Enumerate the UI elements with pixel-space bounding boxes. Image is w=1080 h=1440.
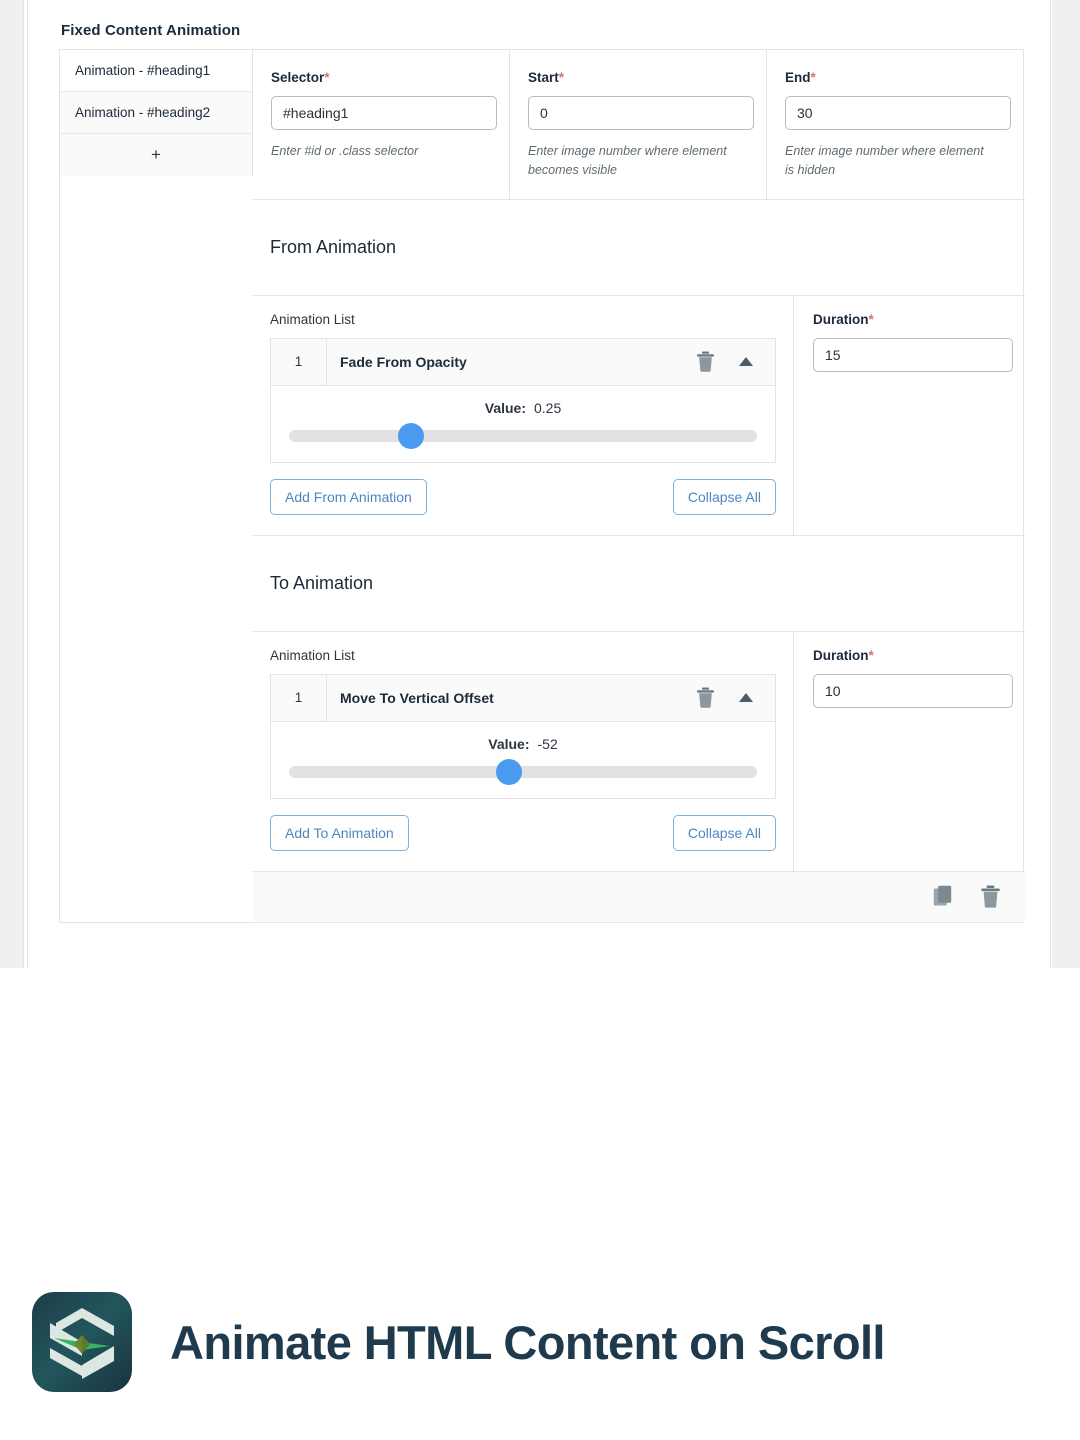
add-to-animation-button[interactable]: Add To Animation <box>270 814 409 851</box>
chevron-up-icon[interactable] <box>739 357 753 367</box>
end-input-value: 30 <box>797 105 813 121</box>
required-asterisk: * <box>868 311 874 327</box>
required-asterisk: * <box>324 70 330 85</box>
from-animation-item: 1 Fade From Opacity Value: 0.25 <box>270 337 776 463</box>
slider-thumb[interactable] <box>495 758 522 785</box>
from-animation-slider-area: Value: 0.25 <box>271 385 775 462</box>
selector-input-value: #heading1 <box>283 105 349 121</box>
start-label: Start* <box>528 70 565 85</box>
selector-label: Selector* <box>271 70 330 85</box>
tab-label: Animation - #heading1 <box>75 63 211 78</box>
from-duration-input[interactable]: 15 <box>813 337 1013 372</box>
end-label: End* <box>785 70 816 85</box>
from-animation-slider[interactable] <box>289 422 757 449</box>
app-logo-icon <box>32 1292 132 1392</box>
add-from-animation-button[interactable]: Add From Animation <box>270 478 427 515</box>
trash-icon[interactable] <box>696 351 715 372</box>
to-animation-value: -52 <box>537 735 558 752</box>
from-animation-group: From Animation Animation List 1 Fade Fro… <box>253 200 1025 536</box>
sidebar-item-animation-heading1[interactable]: Animation - #heading1 <box>60 50 252 92</box>
start-field-cell: Start* 0 Enter image number where elemen… <box>510 50 767 199</box>
to-animation-heading: To Animation <box>253 536 1025 632</box>
to-duration-value: 10 <box>825 682 841 699</box>
selector-hint: Enter #id or .class selector <box>271 144 419 158</box>
end-input[interactable]: 30 <box>785 96 1011 130</box>
from-duration-column: Duration* 15 <box>794 296 1025 535</box>
brand-band: Animate HTML Content on Scroll <box>0 968 1080 1440</box>
row-actions <box>696 687 775 708</box>
selector-field-cell: Selector* #heading1 Enter #id or .class … <box>253 50 510 199</box>
from-animation-body: Animation List 1 Fade From Opacity Value… <box>253 295 1025 535</box>
brand-title: Animate HTML Content on Scroll <box>170 1315 885 1369</box>
duplicate-icon[interactable] <box>933 885 954 908</box>
content-area: Fixed Content Animation Animation - #hea… <box>41 0 1037 923</box>
from-animation-list-column: Animation List 1 Fade From Opacity Value… <box>253 295 794 535</box>
to-animation-body: Animation List 1 Move To Vertical Offset <box>253 631 1025 871</box>
tab-label: Animation - #heading2 <box>75 105 211 120</box>
right-gutter <box>1052 0 1080 968</box>
screenshot-region: Fixed Content Animation Animation - #hea… <box>0 0 1080 968</box>
collapse-all-from-button[interactable]: Collapse All <box>672 478 776 515</box>
fields-row: Selector* #heading1 Enter #id or .class … <box>253 50 1025 200</box>
row-actions <box>696 351 775 372</box>
add-animation-tab-button[interactable]: + <box>60 134 252 176</box>
to-animation-value-line: Value: -52 <box>289 736 757 752</box>
from-animation-heading: From Animation <box>253 200 1025 296</box>
from-animation-value: 0.25 <box>534 399 562 416</box>
from-animation-name: Fade From Opacity <box>340 353 467 370</box>
animation-tab-rail: Animation - #heading1 Animation - #headi… <box>60 50 253 176</box>
value-label: Value: <box>488 735 530 752</box>
animation-body: Selector* #heading1 Enter #id or .class … <box>253 50 1025 922</box>
to-animation-list-label: Animation List <box>270 647 355 663</box>
required-asterisk: * <box>810 70 816 85</box>
left-gutter <box>0 0 24 968</box>
animation-card: Animation - #heading1 Animation - #headi… <box>59 49 1025 923</box>
start-hint: Enter image number where element becomes… <box>528 144 727 178</box>
to-animation-buttons: Add To Animation Collapse All <box>270 814 776 851</box>
table-row[interactable]: 1 Fade From Opacity <box>271 338 775 386</box>
table-row[interactable]: 1 Move To Vertical Offset <box>271 674 775 722</box>
from-animation-list-label: Animation List <box>270 311 355 327</box>
collapse-all-to-button[interactable]: Collapse All <box>672 814 776 851</box>
to-animation-name: Move To Vertical Offset <box>340 689 494 706</box>
to-animation-list-column: Animation List 1 Move To Vertical Offset <box>253 631 794 871</box>
slider-thumb[interactable] <box>397 422 424 449</box>
from-animation-value-line: Value: 0.25 <box>289 400 757 416</box>
value-label: Value: <box>484 399 526 416</box>
required-asterisk: * <box>868 647 874 663</box>
brand-inner: Animate HTML Content on Scroll <box>32 1292 885 1392</box>
to-animation-slider[interactable] <box>289 758 757 785</box>
from-animation-buttons: Add From Animation Collapse All <box>270 478 776 515</box>
trash-icon[interactable] <box>696 687 715 708</box>
to-duration-label: Duration* <box>813 647 874 663</box>
end-hint: Enter image number where element is hidd… <box>785 144 984 178</box>
to-duration-input[interactable]: 10 <box>813 673 1013 708</box>
required-asterisk: * <box>558 70 565 85</box>
start-input[interactable]: 0 <box>528 96 754 130</box>
from-duration-value: 15 <box>825 346 841 363</box>
page-title: Fixed Content Animation <box>61 22 241 39</box>
to-animation-item: 1 Move To Vertical Offset Value: -52 <box>270 673 776 799</box>
end-field-cell: End* 30 Enter image number where element… <box>767 50 1025 199</box>
to-duration-column: Duration* 10 <box>794 632 1025 871</box>
sidebar-item-animation-heading2[interactable]: Animation - #heading2 <box>60 92 252 134</box>
start-input-value: 0 <box>540 105 548 121</box>
plus-icon: + <box>151 145 161 164</box>
from-duration-label: Duration* <box>813 311 874 327</box>
page-panel: Fixed Content Animation Animation - #hea… <box>27 0 1051 968</box>
from-animation-index: 1 <box>271 338 327 386</box>
to-animation-slider-area: Value: -52 <box>271 721 775 798</box>
chevron-up-icon[interactable] <box>739 693 753 703</box>
to-animation-group: To Animation Animation List 1 Move To Ve… <box>253 536 1025 872</box>
trash-icon[interactable] <box>980 885 1001 908</box>
selector-input[interactable]: #heading1 <box>271 96 497 130</box>
card-footer-actions <box>253 871 1025 922</box>
to-animation-index: 1 <box>271 674 327 722</box>
